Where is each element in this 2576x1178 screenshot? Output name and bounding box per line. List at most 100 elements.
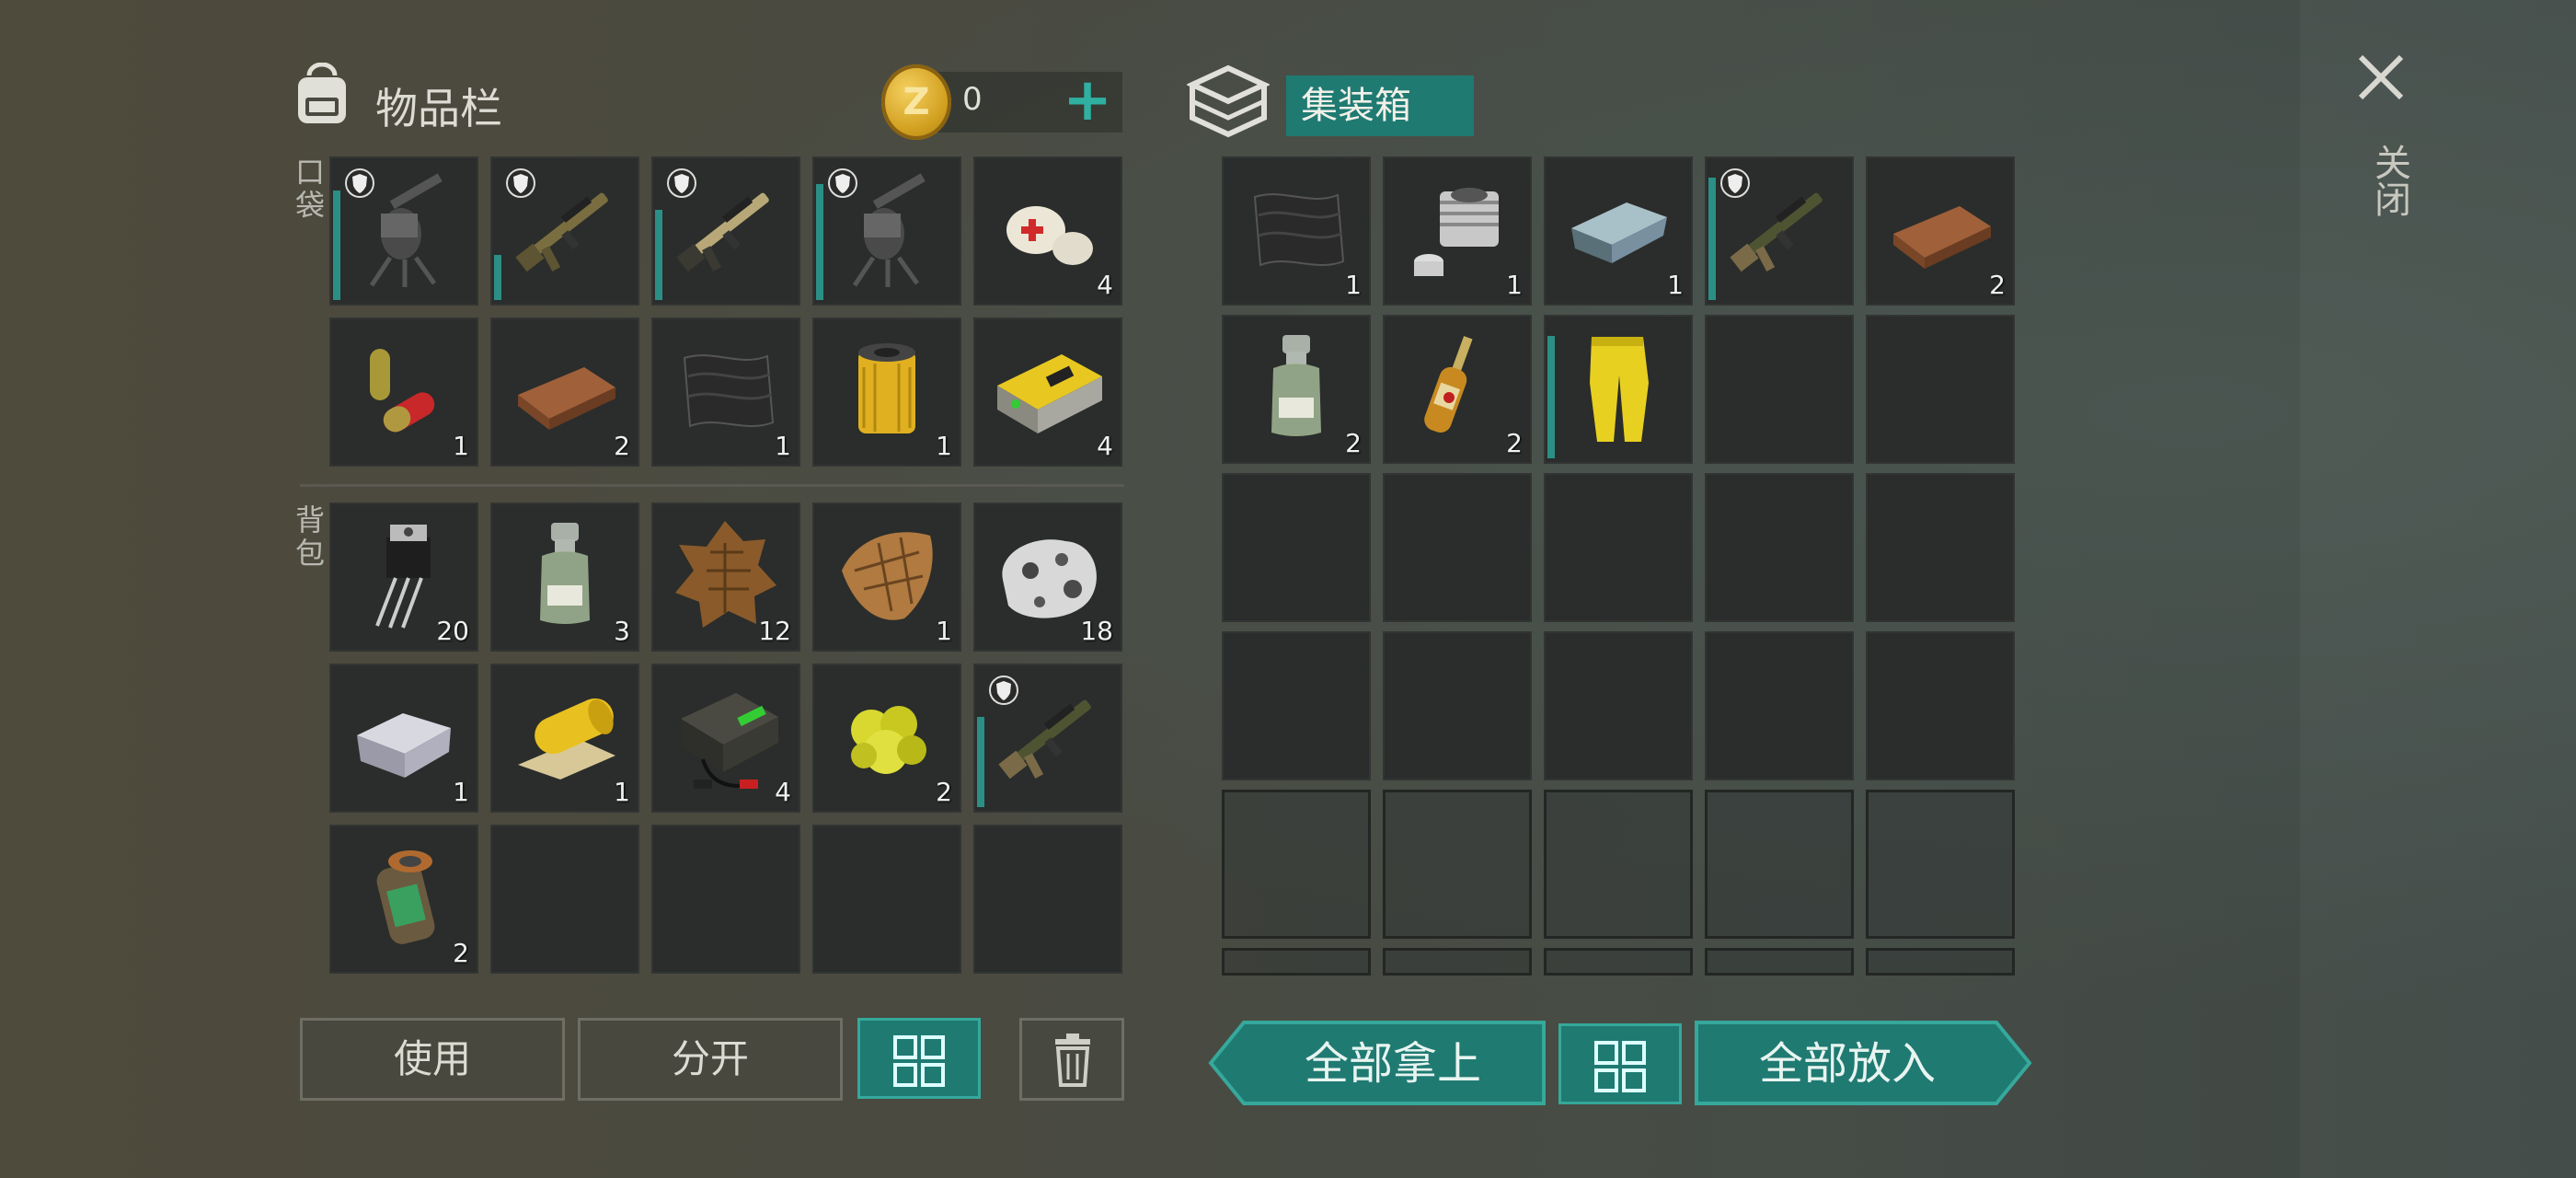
empty-slot[interactable] <box>973 825 1122 974</box>
item-slot[interactable]: 3 <box>490 502 639 652</box>
put-all-button[interactable]: 全部放入 <box>1693 1020 2033 1106</box>
item-slot[interactable]: 1 <box>812 502 961 652</box>
item-count: 12 <box>758 616 791 646</box>
item-slot[interactable] <box>490 156 639 306</box>
item-count: 3 <box>614 616 630 646</box>
item-slot[interactable]: 1 <box>329 318 478 467</box>
item-slot[interactable]: 2 <box>1222 315 1371 464</box>
engine-cylinder-icon <box>1414 188 1499 276</box>
protection-badge-icon <box>989 676 1018 705</box>
item-slot[interactable]: 4 <box>973 318 1122 467</box>
empty-slot[interactable] <box>1705 473 1854 622</box>
sort-inventory-button[interactable] <box>857 1018 981 1099</box>
item-slot[interactable]: 1 <box>651 318 800 467</box>
item-slot[interactable]: 12 <box>651 502 800 652</box>
empty-slot[interactable] <box>1544 948 1693 976</box>
yellow-fabric-roll-icon <box>518 698 615 780</box>
empty-slot[interactable] <box>1222 790 1371 939</box>
item-slot[interactable]: 1 <box>1383 156 1532 306</box>
empty-slot[interactable] <box>1866 948 2015 976</box>
empty-slot[interactable] <box>1383 790 1532 939</box>
item-slot[interactable]: 1 <box>329 664 478 813</box>
item-count: 1 <box>453 431 469 461</box>
empty-slot[interactable] <box>1383 473 1532 622</box>
item-slot[interactable]: 2 <box>490 318 639 467</box>
item-slot[interactable] <box>812 156 961 306</box>
sort-container-button[interactable] <box>1558 1023 1682 1104</box>
close-icon[interactable] <box>2355 52 2407 103</box>
ampoule-icon <box>1424 336 1473 433</box>
durability-bar <box>333 191 340 300</box>
empty-slot[interactable] <box>1383 948 1532 976</box>
item-slot[interactable] <box>1544 315 1693 464</box>
container-crate-icon <box>1187 64 1270 138</box>
delete-button[interactable] <box>1019 1018 1124 1101</box>
item-count: 1 <box>453 777 469 807</box>
pocket-label: 口袋 <box>291 156 326 223</box>
item-count: 2 <box>936 777 952 807</box>
empty-slot[interactable] <box>1383 631 1532 780</box>
put-all-label: 全部放入 <box>1759 1038 1936 1090</box>
add-coins-button[interactable]: + <box>1060 68 1115 133</box>
empty-slot[interactable] <box>1222 948 1371 976</box>
item-slot[interactable]: 2 <box>1383 315 1532 464</box>
pill-capsule-icon <box>370 349 435 433</box>
close-label[interactable]: 关闭 <box>2363 144 2416 217</box>
item-count: 2 <box>453 938 469 968</box>
empty-slot[interactable] <box>1544 631 1693 780</box>
item-slot[interactable]: 2 <box>329 825 478 974</box>
backpack-label: 背包 <box>291 504 326 571</box>
empty-slot[interactable] <box>1866 790 2015 939</box>
protection-badge-icon <box>828 168 857 198</box>
split-button[interactable]: 分开 <box>578 1018 843 1101</box>
empty-slot[interactable] <box>1866 315 2015 464</box>
item-slot[interactable]: 20 <box>329 502 478 652</box>
item-count: 2 <box>614 431 630 461</box>
item-slot[interactable] <box>329 156 478 306</box>
item-slot[interactable]: 2 <box>812 664 961 813</box>
empty-slot[interactable] <box>1866 631 2015 780</box>
empty-slot[interactable] <box>812 825 961 974</box>
sulfur-crystal-icon <box>851 706 926 774</box>
item-slot[interactable]: 1 <box>1222 156 1371 306</box>
empty-slot[interactable] <box>1222 473 1371 622</box>
item-slot[interactable]: 18 <box>973 502 1122 652</box>
battery-pack-icon <box>997 354 1102 433</box>
empty-slot[interactable] <box>490 825 639 974</box>
item-slot[interactable]: 1 <box>490 664 639 813</box>
right-side-panel <box>2300 0 2576 1178</box>
item-count: 20 <box>436 616 469 646</box>
item-count: 1 <box>936 616 952 646</box>
item-slot[interactable] <box>1705 156 1854 306</box>
item-slot[interactable] <box>973 664 1122 813</box>
empty-slot[interactable] <box>1544 473 1693 622</box>
empty-slot[interactable] <box>1705 948 1854 976</box>
empty-slot[interactable] <box>1705 631 1854 780</box>
item-slot[interactable] <box>651 156 800 306</box>
steel-ingot-icon <box>1571 202 1667 263</box>
item-slot[interactable]: 1 <box>1544 156 1693 306</box>
container-title: 集装箱 <box>1286 75 1474 136</box>
section-divider <box>300 484 1124 487</box>
empty-slot[interactable] <box>1705 790 1854 939</box>
empty-slot[interactable] <box>1705 315 1854 464</box>
use-button[interactable]: 使用 <box>300 1018 565 1101</box>
empty-slot[interactable] <box>1544 790 1693 939</box>
yellow-pants-icon <box>1590 337 1649 442</box>
item-slot[interactable]: 1 <box>812 318 961 467</box>
wooden-plank-icon <box>518 367 615 430</box>
take-all-button[interactable]: 全部拿上 <box>1207 1020 1547 1106</box>
grid-sort-icon <box>1594 1041 1646 1092</box>
item-slot[interactable]: 4 <box>973 156 1122 306</box>
item-slot[interactable]: 4 <box>651 664 800 813</box>
empty-slot[interactable] <box>651 825 800 974</box>
backpack-icon <box>298 63 346 123</box>
durability-bar <box>494 255 501 300</box>
item-count: 2 <box>1506 428 1523 458</box>
item-slot[interactable]: 2 <box>1866 156 2015 306</box>
durability-bar <box>1547 336 1555 458</box>
item-count: 1 <box>775 431 791 461</box>
empty-slot[interactable] <box>1866 473 2015 622</box>
empty-slot[interactable] <box>1222 631 1371 780</box>
aluminum-ingot-icon <box>357 713 451 778</box>
